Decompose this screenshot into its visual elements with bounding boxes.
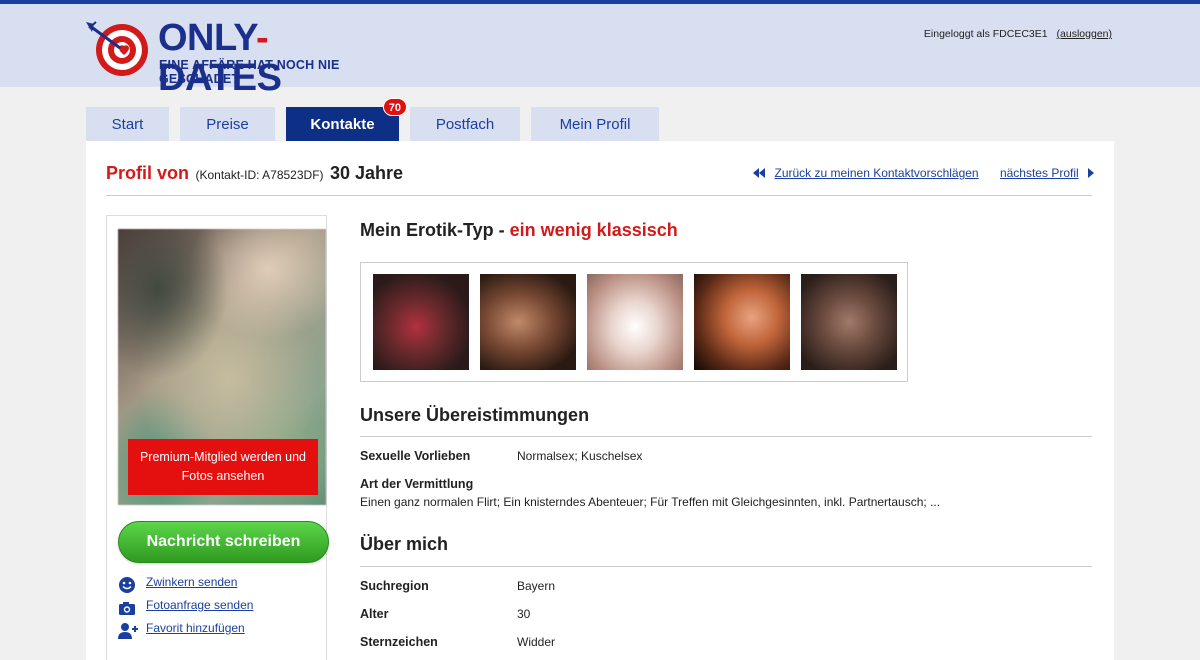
add-favorite-link[interactable]: Favorit hinzufügen (146, 621, 245, 635)
logo-word-only: ONLY (158, 17, 256, 59)
preferences-label: Sexuelle Vorlieben (360, 449, 471, 463)
tab-label: Kontakte (310, 116, 375, 133)
camera-icon (118, 599, 138, 617)
arrow-right-icon (1088, 168, 1094, 178)
tab-label: Mein Profil (559, 116, 631, 133)
tab-label: Preise (206, 116, 249, 133)
gallery-photo[interactable] (587, 274, 683, 370)
add-favorite-action[interactable]: Favorit hinzufügen (118, 621, 245, 639)
profile-panel: Profil von (Kontakt-ID: A78523DF) 30 Jah… (86, 141, 1114, 660)
profile-sidebar: Premium-Mitglied werden und Fotos ansehe… (106, 215, 329, 660)
tab-mein-profil[interactable]: Mein Profil (531, 107, 659, 141)
about-divider (360, 566, 1092, 567)
next-profile-link[interactable]: nächstes Profil (1000, 166, 1079, 180)
zodiac-label: Sternzeichen (360, 635, 438, 649)
tab-start[interactable]: Start (86, 107, 169, 141)
gallery-photo[interactable] (480, 274, 576, 370)
photo-gallery (360, 262, 908, 382)
zodiac-value: Widder (517, 635, 556, 649)
profile-title: Profil von (106, 163, 190, 183)
login-info: Eingeloggt als FDCEC3E1 (ausloggen) (924, 28, 1112, 40)
mediation-type-label: Art der Vermittlung (360, 477, 474, 491)
site-logo[interactable]: ONLY-DATES EINE AFFÄRE HAT NOCH NIE GESC… (86, 16, 386, 98)
double-arrow-left-icon (759, 168, 766, 178)
matches-divider (360, 436, 1092, 437)
write-message-button[interactable]: Nachricht schreiben (118, 521, 329, 563)
back-to-suggestions-link[interactable]: Zurück zu meinen Kontaktvorschlägen (775, 166, 979, 180)
age-value: 30 (517, 607, 531, 621)
smiley-icon (118, 576, 138, 594)
contact-id: (Kontakt-ID: A78523DF) (195, 168, 324, 182)
erotik-type-value: ein wenig klassisch (509, 220, 678, 240)
logo-tagline: EINE AFFÄRE HAT NOCH NIE GESCHADET (159, 58, 340, 86)
wink-action[interactable]: Zwinkern senden (118, 575, 237, 593)
tab-kontakte[interactable]: Kontakte 70 (286, 98, 407, 141)
region-value: Bayern (517, 579, 556, 593)
tab-preise[interactable]: Preise (180, 107, 275, 141)
premium-upgrade-button[interactable]: Premium-Mitglied werden und Fotos ansehe… (128, 439, 318, 495)
login-status-text: Eingeloggt als FDCEC3E1 (923, 28, 1048, 40)
photo-request-action[interactable]: Fotoanfrage senden (118, 598, 253, 616)
mediation-type-value: Einen ganz normalen Flirt; Ein knisternd… (360, 495, 941, 509)
photo-request-link[interactable]: Fotoanfrage senden (146, 598, 253, 612)
age-label: Alter (360, 607, 389, 621)
logout-link[interactable]: (ausloggen) (1057, 28, 1112, 40)
tab-label: Postfach (435, 116, 495, 133)
back-to-suggestions[interactable]: Zurück zu meinen Kontaktvorschlägen (753, 166, 982, 180)
gallery-photo[interactable] (694, 274, 790, 370)
profile-heading: Profil von (Kontakt-ID: A78523DF) 30 Jah… (106, 163, 403, 187)
erotik-type-label: Mein Erotik-Typ - (360, 220, 510, 240)
next-profile[interactable]: nächstes Profil (1000, 166, 1094, 180)
wink-link[interactable]: Zwinkern senden (146, 575, 237, 589)
region-label: Suchregion (360, 579, 429, 593)
preferences-value: Normalsex; Kuschelsex (517, 449, 643, 463)
heading-divider (106, 195, 1092, 196)
gallery-photo[interactable] (801, 274, 897, 370)
tab-label: Start (111, 116, 144, 133)
target-logo-icon (86, 21, 148, 76)
matches-heading: Unsere Übereistimmungen (360, 405, 590, 425)
tab-postfach[interactable]: Postfach (410, 107, 520, 141)
erotik-type-heading: Mein Erotik-Typ - ein wenig klassisch (360, 220, 678, 241)
logo-dash: - (255, 17, 269, 59)
gallery-photo[interactable] (373, 274, 469, 370)
profile-age: 30 Jahre (329, 163, 404, 183)
profile-navigation: Zurück zu meinen Kontaktvorschlägen näch… (753, 166, 1094, 180)
add-user-icon (118, 622, 138, 640)
contacts-count-badge: 70 (382, 98, 407, 116)
site-header: ONLY-DATES EINE AFFÄRE HAT NOCH NIE GESC… (0, 4, 1200, 98)
about-me-heading: Über mich (360, 534, 449, 554)
